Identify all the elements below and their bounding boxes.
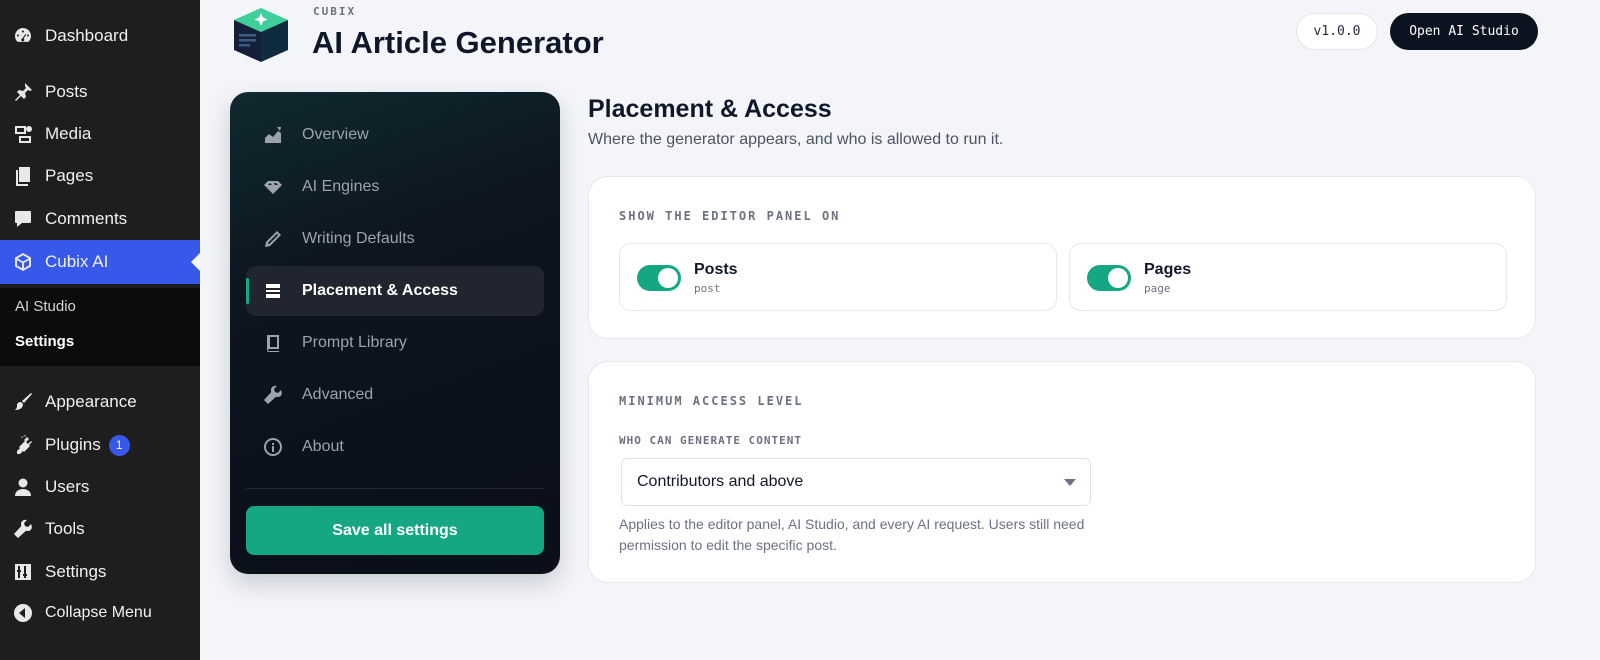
section-title: Placement & Access <box>588 95 832 123</box>
wp-menu-settings[interactable]: Settings <box>0 554 200 590</box>
wp-menu-cubix-ai[interactable]: Cubix AI <box>0 240 200 284</box>
version-badge: v1.0.0 <box>1296 13 1378 50</box>
pages-switch[interactable] <box>1087 265 1131 291</box>
wp-menu-label: Cubix AI <box>45 252 109 271</box>
update-count-badge: 1 <box>108 434 130 456</box>
wp-submenu: AI Studio Settings <box>0 288 200 366</box>
book-icon <box>262 332 284 354</box>
open-ai-studio-button[interactable]: Open AI Studio <box>1390 13 1538 50</box>
wp-menu-plugins[interactable]: Plugins 1 <box>0 427 200 463</box>
toggle-posts[interactable]: Posts post <box>619 243 1057 311</box>
chart-icon <box>262 124 284 146</box>
layers-icon <box>262 280 284 302</box>
brand-label: CUBIX <box>313 5 357 18</box>
nav-item-ai-engines[interactable]: AI Engines <box>246 162 544 212</box>
plug-icon <box>12 434 34 456</box>
brush-icon <box>12 391 34 413</box>
posts-switch[interactable] <box>637 265 681 291</box>
page-title: AI Article Generator <box>312 25 604 60</box>
chevron-down-icon <box>1064 479 1076 486</box>
gem-icon <box>262 176 284 198</box>
access-level-select[interactable]: Contributors and above <box>621 458 1091 506</box>
toggle-code: page <box>1144 282 1171 295</box>
wp-menu-label: Comments <box>45 209 128 228</box>
nav-item-label: Advanced <box>302 386 374 403</box>
wp-menu-pages[interactable]: Pages <box>0 158 200 194</box>
nav-item-advanced[interactable]: Advanced <box>246 370 544 420</box>
nav-item-label: Placement & Access <box>302 282 458 299</box>
settings-nav: Overview AI Engines Writing Defaults Pla… <box>230 92 560 574</box>
wp-menu-label: Dashboard <box>45 26 129 45</box>
toggle-code: post <box>694 282 721 295</box>
wp-menu-comments[interactable]: Comments <box>0 201 200 237</box>
nav-item-label: Prompt Library <box>302 334 407 351</box>
nav-divider <box>246 488 544 489</box>
nav-item-label: AI Engines <box>302 178 380 195</box>
nav-item-writing-defaults[interactable]: Writing Defaults <box>246 214 544 264</box>
field-label: WHO CAN GENERATE CONTENT <box>619 434 802 447</box>
collapse-arrow-icon <box>12 602 34 624</box>
wp-submenu-settings[interactable]: Settings <box>15 333 74 350</box>
wp-menu-label: Plugins <box>45 435 101 454</box>
media-icon <box>12 123 34 145</box>
wp-menu-label: Settings <box>45 562 107 581</box>
wp-menu-label: Collapse Menu <box>45 604 152 621</box>
pencil-icon <box>262 228 284 250</box>
sliders-icon <box>12 561 34 583</box>
toggle-pages[interactable]: Pages page <box>1069 243 1507 311</box>
nav-item-label: About <box>302 438 344 455</box>
user-icon <box>12 476 34 498</box>
wp-menu-tools[interactable]: Tools <box>0 511 200 547</box>
toggle-label: Pages <box>1144 261 1192 278</box>
pages-icon <box>12 165 34 187</box>
save-all-settings-button[interactable]: Save all settings <box>246 506 544 555</box>
wp-menu-label: Media <box>45 124 92 143</box>
wp-menu-dashboard[interactable]: Dashboard <box>0 18 200 54</box>
cube-icon <box>12 251 34 273</box>
nav-item-about[interactable]: About <box>246 422 544 472</box>
nav-item-placement-access[interactable]: Placement & Access <box>246 266 544 316</box>
wp-submenu-ai-studio[interactable]: AI Studio <box>15 298 76 315</box>
nav-item-prompt-library[interactable]: Prompt Library <box>246 318 544 368</box>
wp-menu-label: Users <box>45 477 90 496</box>
section-subtitle: Where the generator appears, and who is … <box>588 131 1004 148</box>
pin-icon <box>12 81 34 103</box>
wp-menu-label: Posts <box>45 82 88 101</box>
wp-collapse-menu[interactable]: Collapse Menu <box>0 595 200 631</box>
info-icon <box>262 436 284 458</box>
select-value: Contributors and above <box>637 473 804 490</box>
nav-item-label: Overview <box>302 126 369 143</box>
help-text: Applies to the editor panel, AI Studio, … <box>619 516 1085 553</box>
wp-admin-sidebar: Dashboard Posts Media Pages Comments Cub… <box>0 0 200 660</box>
wp-menu-users[interactable]: Users <box>0 469 200 505</box>
card-label: MINIMUM ACCESS LEVEL <box>619 394 804 408</box>
comment-icon <box>12 208 34 230</box>
wp-menu-appearance[interactable]: Appearance <box>0 384 200 420</box>
wrench-icon <box>262 384 284 406</box>
gauge-icon <box>12 25 34 47</box>
access-level-card: MINIMUM ACCESS LEVEL WHO CAN GENERATE CO… <box>588 361 1536 583</box>
editor-panel-card: SHOW THE EDITOR PANEL ON Posts post Page… <box>588 176 1536 339</box>
wp-menu-label: Appearance <box>45 392 137 411</box>
wp-menu-posts[interactable]: Posts <box>0 74 200 110</box>
nav-item-overview[interactable]: Overview <box>246 110 544 160</box>
wp-menu-media[interactable]: Media <box>0 116 200 152</box>
wp-menu-label: Pages <box>45 166 94 185</box>
wp-menu-label: Tools <box>45 519 85 538</box>
nav-item-label: Writing Defaults <box>302 230 415 247</box>
cubix-logo <box>230 4 292 64</box>
toggle-label: Posts <box>694 261 738 278</box>
wrench-icon <box>12 518 34 540</box>
card-label: SHOW THE EDITOR PANEL ON <box>619 209 841 223</box>
